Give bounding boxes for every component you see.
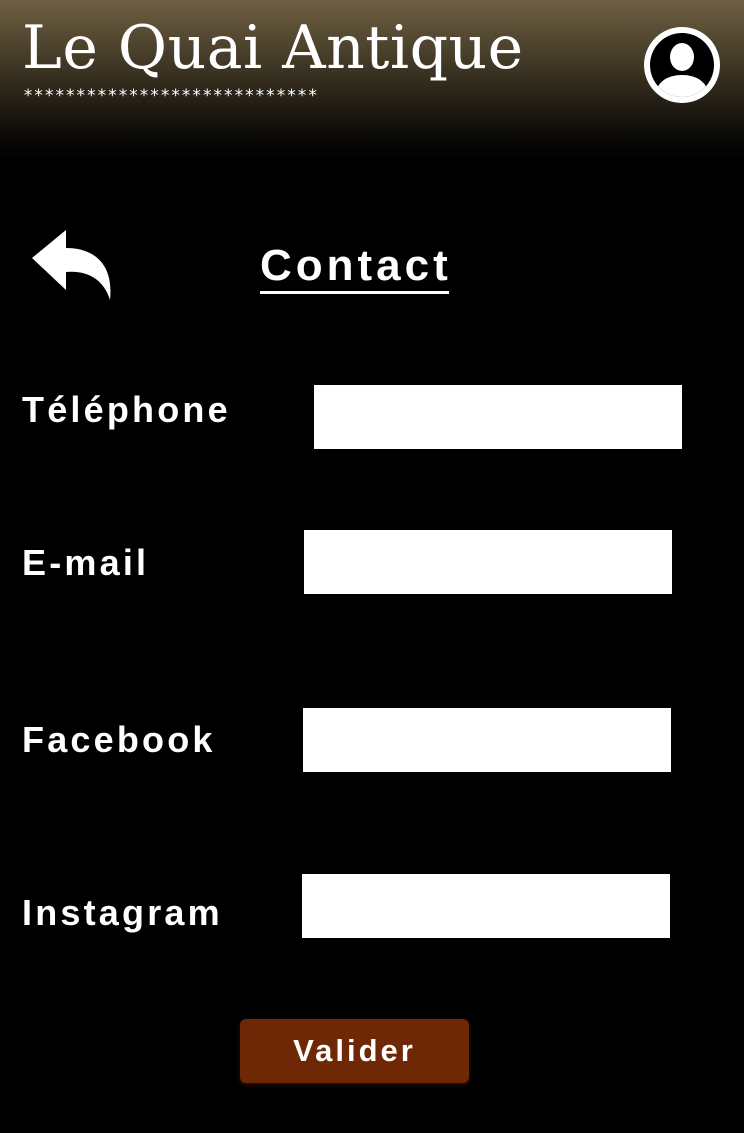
reply-arrow-icon (32, 230, 111, 300)
instagram-label: Instagram (22, 892, 223, 933)
page-title: Contact (260, 241, 452, 290)
user-avatar-icon[interactable] (642, 25, 722, 105)
facebook-label: Facebook (22, 719, 216, 760)
brand-decoration: **************************** (23, 86, 318, 106)
app-header: Le Quai Antique ************************… (0, 0, 744, 160)
brand-title: Le Quai Antique (22, 13, 524, 83)
phone-label: Téléphone (22, 389, 231, 430)
page-title-underline (260, 291, 449, 294)
facebook-input[interactable] (303, 708, 671, 772)
user-avatar-glyph (644, 27, 720, 103)
email-label: E-mail (22, 542, 150, 583)
back-button[interactable] (30, 228, 114, 302)
phone-input[interactable] (314, 385, 682, 449)
email-input[interactable] (304, 530, 672, 594)
submit-button[interactable]: Valider (240, 1019, 469, 1083)
instagram-input[interactable] (302, 874, 670, 938)
